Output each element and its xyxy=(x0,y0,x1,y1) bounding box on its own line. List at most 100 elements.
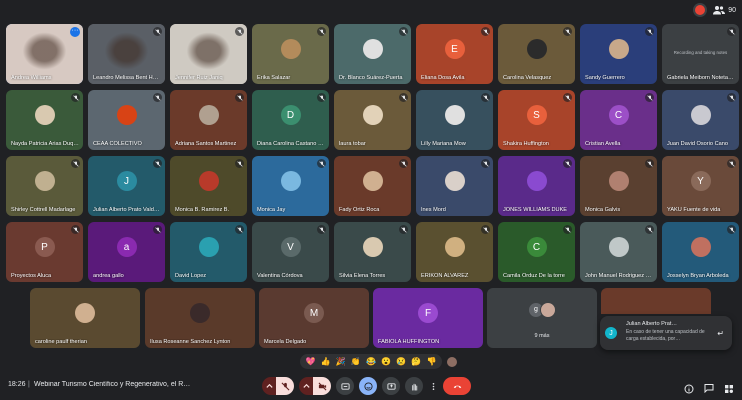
participant-tile[interactable]: JONES WILLIAMS DUKE xyxy=(498,156,575,216)
participant-tile[interactable]: Fady Ortiz Roca xyxy=(334,156,411,216)
chat-button[interactable] xyxy=(704,380,714,398)
participant-tile[interactable]: Jennifer Ruiz Janiq xyxy=(170,24,247,84)
mic-off-icon xyxy=(71,225,80,234)
participant-name: Fady Ortiz Roca xyxy=(339,207,380,213)
participant-tile[interactable]: E Eliana Dosa Avila xyxy=(416,24,493,84)
more-horiz-icon[interactable]: ··· xyxy=(70,27,80,37)
mic-off-icon xyxy=(399,27,408,36)
avatar: a xyxy=(116,237,137,258)
participant-tile[interactable]: C Camila Orduz De la torre xyxy=(498,222,575,282)
more-participants-tile[interactable]: g 9 más xyxy=(487,288,597,348)
reaction-emoji[interactable]: 😢 xyxy=(396,357,406,367)
reaction-emoji[interactable]: 🤔 xyxy=(411,357,421,367)
camera-off-icon[interactable] xyxy=(313,377,331,395)
skin-tone-icon[interactable] xyxy=(447,357,457,367)
chat-notification[interactable]: J Julian Alberto Prat… En caso de tener … xyxy=(600,316,732,350)
more-options-button[interactable] xyxy=(428,377,438,395)
avatar xyxy=(608,237,629,258)
mic-off-icon xyxy=(727,27,736,36)
avatar xyxy=(198,237,219,258)
participant-tile[interactable]: P Proyectos Aluca xyxy=(6,222,83,282)
mic-off-icon xyxy=(481,93,490,102)
participant-name: Eliana Dosa Avila xyxy=(421,75,465,81)
avatar xyxy=(526,171,547,192)
participant-tile[interactable]: Monica Jay xyxy=(252,156,329,216)
participant-tile[interactable]: a andrea gallo xyxy=(88,222,165,282)
reaction-emoji[interactable]: 🎉 xyxy=(336,357,346,367)
participant-tile[interactable]: caroline paulf therian xyxy=(30,288,140,348)
avatar xyxy=(690,237,711,258)
chevron-up-icon[interactable] xyxy=(262,377,276,395)
participant-tile[interactable]: ERIKON ALVAREZ xyxy=(416,222,493,282)
participant-tile[interactable]: Dr. Blanco Suárez-Puerta xyxy=(334,24,411,84)
mic-off-icon[interactable] xyxy=(276,377,294,395)
avatar: E xyxy=(444,39,465,60)
participant-tile[interactable]: Adriana Santos Martinez xyxy=(170,90,247,150)
participants-indicator[interactable]: 90 xyxy=(713,5,736,15)
participant-tile[interactable]: J Julian Alberto Prato Valdarr… xyxy=(88,156,165,216)
participant-tile[interactable]: Ilusa Roseanne Sanchez Lynton xyxy=(145,288,255,348)
reaction-emoji[interactable]: 💖 xyxy=(306,357,316,367)
participant-tile[interactable]: S Shakira Huffington xyxy=(498,90,575,150)
participant-name: Nayda Patricia Arias Duque xyxy=(11,141,79,147)
participant-tile[interactable]: Ines Mord xyxy=(416,156,493,216)
participant-tile[interactable]: David Lopez xyxy=(170,222,247,282)
reaction-emoji[interactable]: 😂 xyxy=(366,357,376,367)
avatar xyxy=(34,171,55,192)
participant-tile[interactable]: C Cristian Avella xyxy=(580,90,657,150)
participant-tile[interactable]: F FABIOLA HUFFINGTON xyxy=(373,288,483,348)
participant-tile[interactable]: Josselyn Bryan Arboleda xyxy=(662,222,739,282)
participant-tile[interactable]: Lilly Mariana Mow xyxy=(416,90,493,150)
participant-tile[interactable]: M Marcela Delgado xyxy=(259,288,369,348)
title-separator: | xyxy=(28,381,30,388)
raise-hand-button[interactable] xyxy=(405,377,423,395)
side-controls xyxy=(684,380,734,398)
info-icon[interactable] xyxy=(684,384,694,394)
avatar xyxy=(280,39,301,60)
participant-tile[interactable]: Monica B. Ramirez B. xyxy=(170,156,247,216)
participant-tile[interactable]: Erika Salazar xyxy=(252,24,329,84)
avatar: Y xyxy=(690,171,711,192)
leave-call-button[interactable] xyxy=(443,377,471,395)
participant-tile[interactable]: CEAA COLECTIVO xyxy=(88,90,165,150)
participant-tile[interactable]: Recording and taking notes Gabriela Meibo… xyxy=(662,24,739,84)
participant-tile[interactable]: Juan David Osorio Cano xyxy=(662,90,739,150)
participant-tile[interactable]: John Manuel Rodriguez Cor… xyxy=(580,222,657,282)
participant-tile[interactable]: ··· Andrea Williams xyxy=(6,24,83,84)
reply-icon[interactable]: ↵ xyxy=(717,329,724,338)
camera-control[interactable] xyxy=(299,377,331,395)
mic-off-icon xyxy=(71,93,80,102)
participant-tile[interactable]: laura tobar xyxy=(334,90,411,150)
reaction-emoji[interactable]: 😮 xyxy=(381,357,391,367)
participant-name: FABIOLA HUFFINGTON xyxy=(378,339,440,345)
captions-button[interactable] xyxy=(336,377,354,395)
participant-name: Proyectos Aluca xyxy=(11,273,52,279)
participant-tile[interactable]: V Valentina Córdova xyxy=(252,222,329,282)
chevron-up-icon[interactable] xyxy=(299,377,313,395)
avatar xyxy=(198,105,219,126)
participant-tile[interactable]: Carolina Velasquez xyxy=(498,24,575,84)
participant-tile[interactable]: Y YAKU Fuente de vida xyxy=(662,156,739,216)
participant-name: Silvia Elena Torres xyxy=(339,273,386,279)
participant-tile[interactable]: Shirley Cottrell Madarlage xyxy=(6,156,83,216)
reaction-emoji[interactable]: 👍 xyxy=(321,357,331,367)
participant-tile[interactable]: Sandy Guerrero xyxy=(580,24,657,84)
participant-tile[interactable]: Silvia Elena Torres xyxy=(334,222,411,282)
participant-name: Adriana Santos Martinez xyxy=(175,141,237,147)
more-participants-label: 9 más xyxy=(534,333,550,339)
participant-tile[interactable]: D Diana Carolina Castano Gir… xyxy=(252,90,329,150)
participant-tile[interactable]: Monica Galvis xyxy=(580,156,657,216)
participant-tile[interactable]: Nayda Patricia Arias Duque xyxy=(6,90,83,150)
bottom-bar: 18:26 | Webinar Turismo Científico y Reg… xyxy=(0,372,742,400)
mic-off-icon xyxy=(481,159,490,168)
mic-control[interactable] xyxy=(262,377,294,395)
activities-icon[interactable] xyxy=(724,384,734,394)
reaction-emoji[interactable]: 👎 xyxy=(426,357,436,367)
avatar xyxy=(190,303,210,324)
emoji-reactions-button[interactable] xyxy=(359,377,377,395)
participant-tile[interactable]: Leandro Melissa Bent Hooker xyxy=(88,24,165,84)
participant-tile[interactable] xyxy=(601,288,711,314)
chat-sender-name: Julian Alberto Prat… xyxy=(626,321,677,327)
reaction-emoji[interactable]: 👏 xyxy=(351,357,361,367)
present-button[interactable] xyxy=(382,377,400,395)
